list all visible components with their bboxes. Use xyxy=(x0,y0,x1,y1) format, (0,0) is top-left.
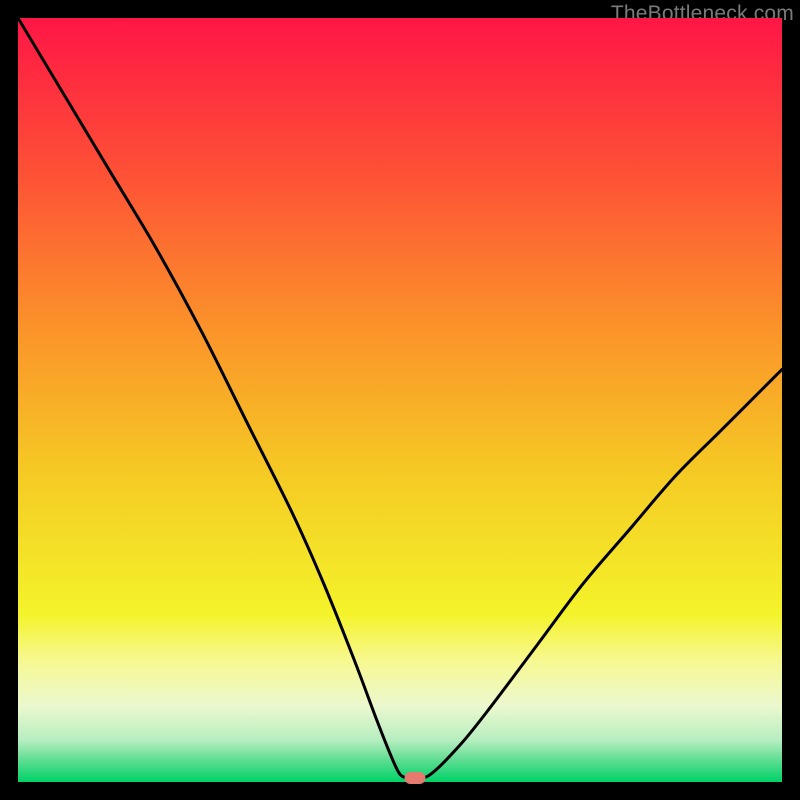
plot-background xyxy=(18,18,782,782)
chart-stage: TheBottleneck.com xyxy=(0,0,800,800)
optimal-point-marker xyxy=(405,772,426,784)
bottleneck-chart xyxy=(18,18,782,782)
